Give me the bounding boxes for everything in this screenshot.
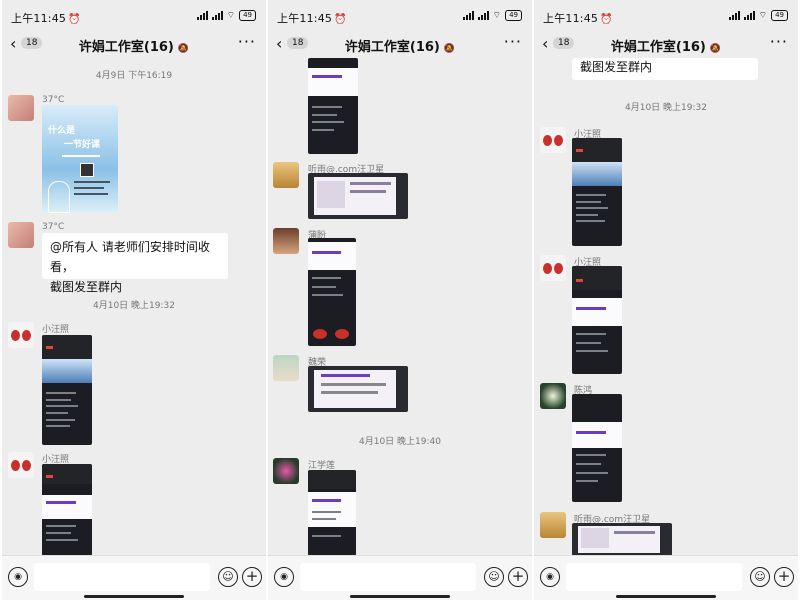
screenshot-image[interactable] — [572, 138, 622, 246]
chat-pane-1: 上午11:45 ⏰ ⌔ 49 ‹ 18 许娟工作室(16) 🔕 ··· 4月9日 下… — [2, 0, 266, 600]
chat-header: ‹ 18 许娟工作室(16) 🔕 ··· — [2, 32, 266, 58]
status-bar: 上午11:45 ⏰ ⌔ 49 — [2, 0, 266, 32]
avatar[interactable] — [8, 322, 34, 348]
status-time: 上午11:45 — [543, 12, 599, 25]
screenshot-image[interactable] — [308, 470, 356, 556]
mute-bell-icon: 🔕 — [443, 44, 456, 54]
message-bubble[interactable]: @所有人 请老师们安排时间收看， 截图发至群内 — [42, 233, 228, 294]
voice-input-icon[interactable]: ◉ — [8, 567, 28, 587]
status-bar: 上午11:45 ⏰ ⌔ 49 — [268, 0, 532, 32]
home-indicator — [616, 595, 716, 598]
signal-icon — [462, 11, 474, 20]
wifi-icon: ⌔ — [226, 11, 236, 21]
signal-icon — [728, 11, 740, 20]
battery-icon: 49 — [505, 10, 522, 21]
status-bar: 上午11:45 ⏰ ⌔ 49 — [534, 0, 798, 32]
screenshot-image[interactable] — [572, 394, 622, 502]
poster-title-line1: 什么是 — [48, 126, 76, 136]
status-time: 上午11:45 — [11, 12, 67, 25]
input-bar: ◉ ☺ + — [268, 555, 532, 600]
chat-header: ‹ 18 许娟工作室(16) 🔕 ··· — [268, 32, 532, 58]
signal-icon-2 — [211, 11, 223, 20]
status-icons: ⌔ 49 — [196, 10, 256, 21]
timestamp: 4月9日 下午16:19 — [95, 71, 173, 81]
mute-bell-icon: 🔕 — [709, 44, 722, 54]
timestamp: 4月10日 晚上19:40 — [359, 437, 441, 447]
screenshot-image[interactable] — [308, 58, 358, 154]
message-line: 截图发至群内 — [50, 280, 123, 294]
avatar[interactable] — [540, 255, 566, 281]
screenshot-image[interactable] — [572, 523, 672, 556]
input-bar: ◉ ☺ + — [2, 555, 266, 600]
avatar[interactable] — [540, 127, 566, 153]
screenshot-image[interactable] — [42, 464, 92, 556]
avatar[interactable] — [273, 162, 299, 188]
more-options-icon[interactable]: ··· — [770, 32, 788, 51]
battery-icon: 49 — [239, 10, 256, 21]
home-indicator — [350, 595, 450, 598]
chat-title: 许娟工作室(16) — [610, 40, 706, 55]
plus-icon[interactable]: + — [774, 567, 794, 587]
more-options-icon[interactable]: ··· — [238, 32, 256, 51]
message-input[interactable] — [566, 563, 742, 591]
status-icons: ⌔ 49 — [728, 10, 788, 21]
avatar[interactable] — [8, 95, 34, 121]
sender-name: 37°C — [42, 95, 65, 105]
chat-pane-3: 上午11:45 ⏰ ⌔ 49 ‹ 18 许娟工作室(16) 🔕 ··· 截图发至群内… — [534, 0, 798, 600]
avatar[interactable] — [273, 355, 299, 381]
timestamp: 4月10日 晚上19:32 — [93, 301, 175, 311]
avatar[interactable] — [8, 222, 34, 248]
mute-bell-icon: 🔕 — [177, 44, 190, 54]
avatar[interactable] — [273, 228, 299, 254]
screenshot-image[interactable] — [308, 238, 356, 346]
plus-icon[interactable]: + — [508, 567, 528, 587]
more-options-icon[interactable]: ··· — [504, 32, 522, 51]
screenshot-image[interactable] — [42, 335, 92, 445]
emoji-icon[interactable]: ☺ — [484, 567, 504, 587]
signal-icon — [196, 11, 208, 20]
wifi-icon: ⌔ — [758, 11, 768, 21]
plus-icon[interactable]: + — [242, 567, 262, 587]
chat-title: 许娟工作室(16) — [344, 40, 440, 55]
poster-title-line2: 一节好课 — [64, 140, 101, 150]
input-bar: ◉ ☺ + — [534, 555, 798, 600]
emoji-icon[interactable]: ☺ — [218, 567, 238, 587]
signal-icon-2 — [477, 11, 489, 20]
message-line: @所有人 请老师们安排时间收看， — [50, 240, 210, 274]
screenshot-image[interactable] — [572, 266, 622, 374]
voice-input-icon[interactable]: ◉ — [540, 567, 560, 587]
chat-pane-2: 上午11:45 ⏰ ⌔ 49 ‹ 18 许娟工作室(16) 🔕 ··· 听雨@.co… — [268, 0, 532, 600]
sender-name: 小汪照 — [42, 325, 70, 335]
signal-icon-2 — [743, 11, 755, 20]
screenshot-image[interactable] — [308, 366, 408, 412]
voice-input-icon[interactable]: ◉ — [274, 567, 294, 587]
avatar[interactable] — [8, 452, 34, 478]
poster-image[interactable]: 什么是 一节好课 — [42, 105, 118, 213]
emoji-icon[interactable]: ☺ — [750, 567, 770, 587]
chat-header: ‹ 18 许娟工作室(16) 🔕 ··· — [534, 32, 798, 58]
avatar[interactable] — [273, 458, 299, 484]
alarm-icon: ⏰ — [334, 14, 347, 25]
status-icons: ⌔ 49 — [462, 10, 522, 21]
avatar[interactable] — [540, 512, 566, 538]
sender-name: 37°C — [42, 222, 65, 232]
battery-icon: 49 — [771, 10, 788, 21]
timestamp: 4月10日 晚上19:32 — [625, 103, 707, 113]
chat-title: 许娟工作室(16) — [78, 40, 174, 55]
status-time: 上午11:45 — [277, 12, 333, 25]
alarm-icon: ⏰ — [68, 14, 81, 25]
message-input[interactable] — [34, 563, 210, 591]
wifi-icon: ⌔ — [492, 11, 502, 21]
message-line: 截图发至群内 — [580, 60, 653, 74]
home-indicator — [84, 595, 184, 598]
qr-code-icon — [80, 163, 94, 177]
screenshot-image[interactable] — [308, 173, 408, 219]
avatar[interactable] — [540, 383, 566, 409]
message-input[interactable] — [300, 563, 476, 591]
alarm-icon: ⏰ — [600, 14, 613, 25]
message-bubble[interactable]: 截图发至群内 — [572, 58, 758, 80]
